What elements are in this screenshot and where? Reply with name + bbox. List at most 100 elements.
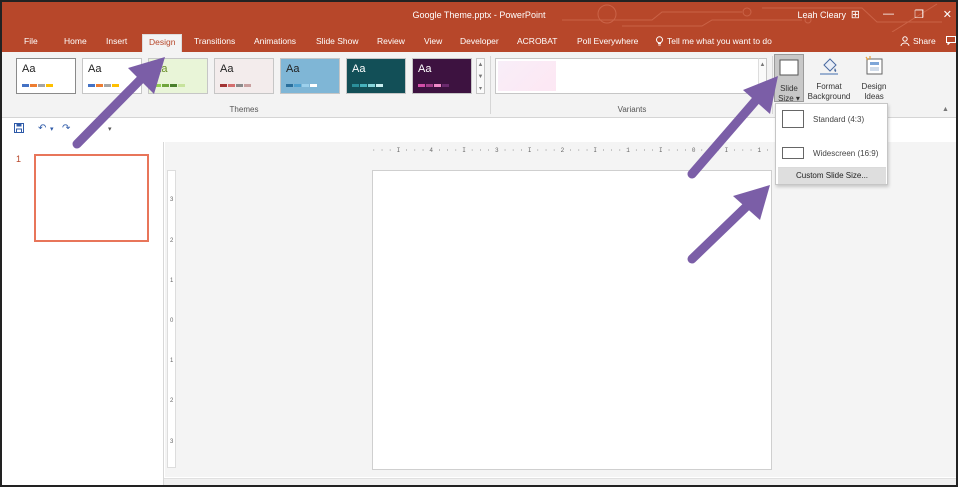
menu-item-widescreen[interactable]: Widescreen (16:9)	[778, 139, 886, 165]
share-button[interactable]: Share	[900, 36, 936, 46]
tab-view[interactable]: View	[424, 36, 442, 46]
theme-thumbnail[interactable]: Aa	[148, 58, 208, 94]
redo-icon[interactable]: ↷	[62, 123, 70, 134]
color-swatch	[302, 84, 309, 87]
restore-icon[interactable]: ❐	[914, 8, 924, 21]
close-icon[interactable]: ✕	[943, 8, 952, 21]
customize-qat-icon[interactable]: ▾	[108, 125, 112, 133]
menu-item-standard[interactable]: Standard (4:3)	[778, 107, 886, 133]
theme-sample-text: Aa	[352, 63, 366, 75]
format-background-label-2: Background	[807, 92, 851, 101]
share-label: Share	[913, 36, 936, 46]
status-bar	[164, 478, 956, 485]
color-swatch	[38, 84, 45, 87]
ruler-tick: 1	[170, 358, 174, 364]
color-swatch	[294, 84, 301, 87]
variant-thumb[interactable]	[498, 61, 556, 91]
theme-color-swatches	[22, 84, 53, 87]
tab-slide-show[interactable]: Slide Show	[316, 36, 359, 46]
theme-sample-text: Aa	[418, 63, 432, 75]
theme-sample-text: Aa	[88, 63, 102, 75]
comments-icon[interactable]	[946, 36, 956, 47]
color-swatch	[46, 84, 53, 87]
color-swatch	[244, 84, 251, 87]
theme-color-swatches	[220, 84, 251, 87]
slide-size-button[interactable]: Slide Size ▾	[774, 54, 804, 103]
color-swatch	[112, 84, 119, 87]
color-swatch	[286, 84, 293, 87]
format-background-label-1: Format	[816, 82, 842, 91]
save-icon[interactable]	[14, 123, 24, 136]
theme-sample-text: Aa	[286, 63, 300, 75]
powerpoint-window: Google Theme.pptx - PowerPoint Leah Clea…	[0, 0, 958, 487]
design-ideas-button[interactable]: Design Ideas	[854, 56, 894, 102]
theme-thumbnail[interactable]: Aa	[412, 58, 472, 94]
color-swatch	[96, 84, 103, 87]
tab-acrobat[interactable]: ACROBAT	[517, 36, 557, 46]
tab-insert[interactable]: Insert	[106, 36, 127, 46]
color-swatch	[368, 84, 375, 87]
color-swatch	[360, 84, 367, 87]
ruler-tick: 3	[170, 197, 174, 203]
slide-thumbnail[interactable]	[34, 154, 149, 242]
theme-sample-text: Aa	[220, 63, 234, 75]
theme-thumbnail[interactable]: Aa	[346, 58, 406, 94]
widescreen-ratio-icon	[782, 147, 804, 159]
variants-group-label: Variants	[617, 105, 647, 114]
title-bar: Google Theme.pptx - PowerPoint Leah Clea…	[2, 2, 956, 32]
menu-item-custom-slide-size[interactable]: Custom Slide Size...	[778, 168, 886, 184]
tab-animations[interactable]: Animations	[254, 36, 296, 46]
theme-thumbnail[interactable]: Aa	[16, 58, 76, 94]
variants-scroll[interactable]: ▲	[758, 58, 767, 94]
tell-me-box[interactable]: Tell me what you want to do	[655, 36, 772, 46]
slide-size-label-1: Slide	[780, 84, 798, 93]
undo-dropdown-icon[interactable]: ▾	[50, 125, 54, 133]
ruler-tick: 3	[170, 439, 174, 445]
color-swatch	[178, 84, 185, 87]
tab-file[interactable]: File	[24, 36, 38, 46]
color-swatch	[352, 84, 359, 87]
theme-color-swatches	[418, 84, 449, 87]
color-swatch	[426, 84, 433, 87]
ruler-tick: 2	[170, 238, 174, 244]
tab-review[interactable]: Review	[377, 36, 405, 46]
color-swatch	[228, 84, 235, 87]
slide-canvas[interactable]	[372, 170, 772, 470]
theme-sample-text: Aa	[154, 63, 168, 75]
theme-thumbnail[interactable]: Aa	[82, 58, 142, 94]
color-swatch	[170, 84, 177, 87]
format-background-button[interactable]: Format Background	[806, 56, 852, 102]
ribbon-display-options-icon[interactable]: ⊞	[851, 8, 860, 21]
undo-icon[interactable]: ↶	[38, 123, 46, 134]
design-ideas-label-1: Design	[861, 82, 887, 91]
theme-thumbnail[interactable]: Aa	[280, 58, 340, 94]
color-swatch	[88, 84, 95, 87]
color-swatch	[442, 84, 449, 87]
collapse-ribbon-icon[interactable]: ▲	[942, 106, 949, 113]
ruler-tick: 2	[170, 398, 174, 404]
theme-color-swatches	[154, 84, 185, 87]
theme-thumbnail[interactable]: Aa	[214, 58, 274, 94]
tab-design[interactable]: Design	[142, 34, 183, 52]
design-ideas-label-2: Ideas	[864, 92, 884, 101]
tab-transitions[interactable]: Transitions	[194, 36, 235, 46]
tab-home[interactable]: Home	[64, 36, 87, 46]
slide-size-icon	[779, 59, 799, 76]
themes-scroll[interactable]: ▲ ▼ ▾	[476, 58, 485, 94]
ribbon-tabs: File Home Insert Design Transitions Anim…	[2, 32, 956, 52]
horizontal-ruler: · · · I · · · 4 · · · I · · · 3 · · · I …	[372, 147, 772, 154]
account-name[interactable]: Leah Cleary	[797, 10, 846, 20]
tab-developer[interactable]: Developer	[460, 36, 499, 46]
color-swatch	[418, 84, 425, 87]
themes-group-label: Themes	[229, 105, 259, 114]
tab-poll-everywhere[interactable]: Poll Everywhere	[577, 36, 638, 46]
theme-color-swatches	[286, 84, 317, 87]
variants-gallery[interactable]	[495, 58, 767, 94]
lightbulb-icon	[656, 36, 663, 46]
theme-color-swatches	[88, 84, 119, 87]
minimize-icon[interactable]: —	[883, 8, 894, 20]
theme-color-swatches	[352, 84, 383, 87]
color-swatch	[310, 84, 317, 87]
menu-item-widescreen-label: Widescreen (16:9)	[813, 149, 879, 158]
color-swatch	[376, 84, 383, 87]
